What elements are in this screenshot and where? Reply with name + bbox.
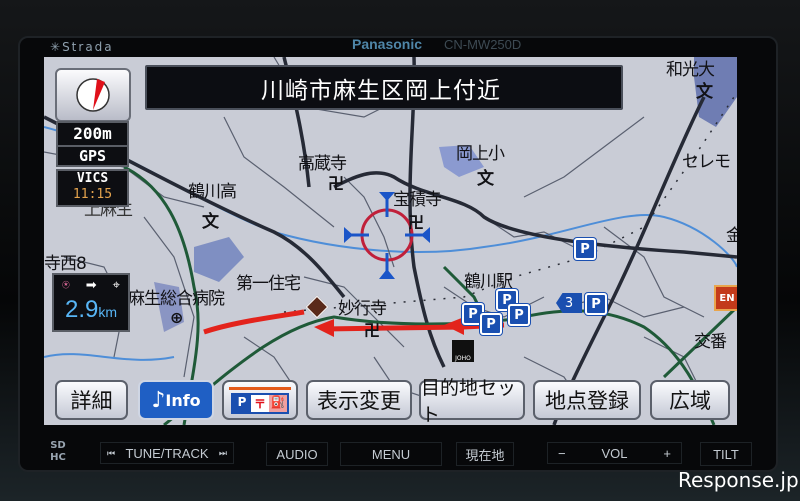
gas-station-icon[interactable]: EN [714, 285, 737, 311]
set-destination-button[interactable]: 目的地セット [419, 377, 525, 425]
route-arrow [444, 317, 464, 335]
details-button[interactable]: 詳細 [55, 380, 128, 420]
distance-value: 2.9 [64, 296, 99, 323]
previous-track-icon[interactable]: ⏮ [107, 448, 115, 459]
temple-icon: 卍 [408, 213, 424, 232]
distance-icons: ⍟ ➡ ⌖ [54, 275, 128, 295]
vics-label: VICS [76, 171, 109, 186]
poi-bar-icon [229, 386, 291, 390]
register-location-button[interactable]: 地点登録 [533, 380, 641, 420]
status-stack: 200m GPS VICS 11:15 [56, 121, 129, 207]
wide-area-button[interactable]: 広域 [650, 380, 730, 420]
gas-station-icon: ⛽ [269, 394, 287, 412]
map-label-koban: 交番 [694, 332, 727, 352]
tune-track-button[interactable]: ⏮ TUNE/TRACK ⏭ [100, 442, 234, 464]
joho-icon[interactable]: JOHO [452, 340, 474, 362]
next-track-icon[interactable]: ⏭ [219, 448, 227, 459]
map-label-myogyoji: 妙行寺 [338, 299, 387, 319]
poi-filter-icons: P 〒 ⛽ [229, 386, 291, 414]
watermark: Response.jp [678, 468, 799, 492]
info-label: Info [165, 390, 201, 410]
poi-icon-group: P 〒 ⛽ [231, 392, 289, 414]
arrow-right-icon: ➡ [85, 277, 97, 293]
minor-roads [44, 57, 705, 418]
parking-icon[interactable]: P [574, 238, 596, 260]
volume-up-button[interactable]: + [663, 446, 671, 461]
volume-down-button[interactable]: − [558, 446, 566, 461]
gps-status: GPS [56, 147, 129, 167]
hospital-icon: ⊕ [170, 308, 183, 327]
parking-icon[interactable]: P [508, 304, 530, 326]
post-office-icon: 〒 [251, 394, 269, 412]
tilt-button[interactable]: TILT [700, 442, 752, 466]
map-label-daiichi-jutaku: 第一住宅 [236, 274, 301, 294]
temple-icon: 卍 [328, 174, 344, 193]
distance-panel: ⍟ ➡ ⌖ 2.9km [52, 273, 130, 332]
map-label-tsurukawa-high: 鶴川高 [188, 182, 237, 202]
function-button-bar: 詳細 ♪ Info P 〒 ⛽ 表示変更 目的地セット 地点登録 広域 [44, 377, 737, 425]
current-location-button[interactable]: 現在地 [456, 442, 514, 466]
map-label-okagami-elementary: 岡上小 [456, 144, 505, 164]
school-icon: 文 [696, 82, 713, 102]
distance-unit: km [98, 304, 118, 320]
model-number: CN-MW250D [444, 37, 522, 52]
sd-hc-logo: SD HC [50, 440, 66, 463]
tune-track-label: TUNE/TRACK [125, 445, 209, 461]
compass-icon [76, 78, 110, 112]
brand-name: Strada [62, 40, 114, 54]
panasonic-logo: Panasonic [352, 36, 423, 52]
parking-icon[interactable]: P [585, 293, 607, 315]
school-icon: 文 [477, 169, 494, 189]
info-button[interactable]: ♪ Info [138, 380, 214, 420]
display-change-button[interactable]: 表示変更 [306, 380, 412, 420]
map-label-seremo: セレモ [682, 152, 731, 172]
map-label-asao-hospital: 麻生総合病院 [128, 289, 225, 309]
map-scale[interactable]: 200m [56, 121, 129, 147]
map-label-hoshakuji: 宝積寺 [393, 190, 442, 210]
river [44, 353, 175, 361]
poi-filter-button[interactable]: P 〒 ⛽ [222, 380, 298, 420]
school-icon: 文 [202, 212, 219, 232]
strada-logo: ✳Strada [50, 40, 114, 54]
volume-control: − VOL + [547, 442, 682, 464]
audio-button[interactable]: AUDIO [266, 442, 328, 466]
car-position-icon: ⍟ [61, 277, 70, 293]
menu-button[interactable]: MENU [340, 442, 442, 466]
map-canvas[interactable] [44, 57, 737, 425]
vics-time: 11:15 [72, 187, 113, 202]
map-label-kin: 金 [726, 226, 737, 246]
music-note-icon: ♪ [151, 387, 166, 413]
map-label-teranishi: 寺西8 [44, 254, 87, 274]
parking-icon[interactable]: P [480, 313, 502, 335]
vics-status[interactable]: VICS 11:15 [56, 169, 129, 207]
crosshair-icon: ⌖ [112, 277, 120, 293]
distance-readout: 2.9km [54, 295, 128, 327]
address-bar: 川崎市麻生区岡上付近 [145, 65, 623, 110]
volume-label: VOL [601, 445, 628, 461]
temple-icon: 卍 [364, 321, 380, 340]
parking-icon: P [233, 394, 251, 412]
navigation-screen[interactable]: 高蔵寺 卍 宝積寺 卍 岡上小 文 鶴川高 文 麻生総合病院 ⊕ 第一住宅 妙行… [44, 57, 737, 425]
compass-button[interactable] [55, 68, 131, 122]
main-roads [44, 57, 737, 425]
